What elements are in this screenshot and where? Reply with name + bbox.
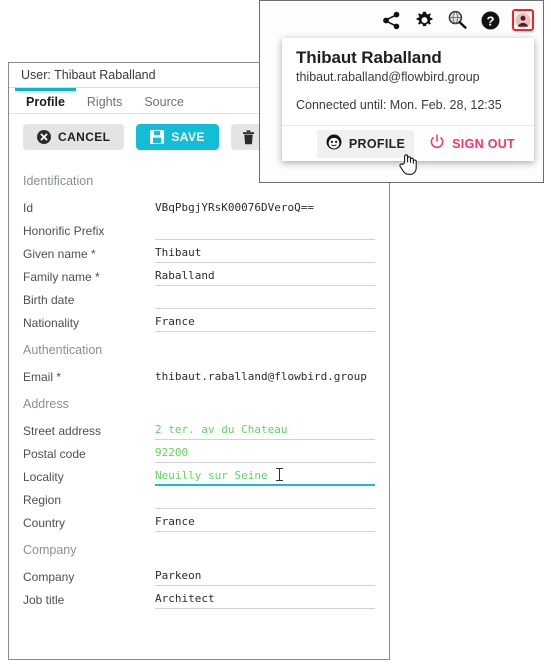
save-button-label: SAVE bbox=[171, 130, 205, 144]
field-value-street-address[interactable]: 2 ter. av du Chateau bbox=[155, 421, 375, 440]
field-row-id: Id VBqPbgjYRsK00076DVeroQ== bbox=[9, 195, 389, 217]
field-value-region[interactable] bbox=[155, 507, 375, 509]
text-cursor-icon bbox=[275, 468, 283, 481]
tab-source-label: Source bbox=[144, 95, 184, 109]
account-menu-card: Thibaut Raballand thibaut.raballand@flow… bbox=[282, 38, 534, 161]
field-row-country: Country France bbox=[9, 510, 389, 532]
save-button[interactable]: SAVE bbox=[136, 124, 219, 150]
field-row-locality: Locality Neuilly sur Seine bbox=[9, 464, 389, 486]
field-row-birth-date: Birth date bbox=[9, 287, 389, 309]
field-value-given-name[interactable]: Thibaut bbox=[155, 244, 375, 263]
field-value-id: VBqPbgjYRsK00076DVeroQ== bbox=[155, 201, 314, 214]
tab-rights[interactable]: Rights bbox=[76, 88, 133, 113]
profile-button-label: PROFILE bbox=[348, 136, 406, 151]
field-label-nationality: Nationality bbox=[23, 316, 80, 330]
field-value-postal-code[interactable]: 92200 bbox=[155, 444, 375, 463]
field-value-company[interactable]: Parkeon bbox=[155, 567, 375, 586]
field-row-nationality: Nationality France bbox=[9, 310, 389, 332]
field-row-region: Region bbox=[9, 487, 389, 509]
face-icon bbox=[326, 134, 342, 153]
section-title-authentication: Authentication bbox=[23, 343, 103, 357]
field-row-given-name: Given name * Thibaut bbox=[9, 241, 389, 263]
profile-button[interactable]: PROFILE bbox=[316, 129, 415, 158]
account-popup-overlay: ? Thibaut Raballand thibaut.raballand@fl… bbox=[259, 0, 544, 183]
field-value-job-title[interactable]: Architect bbox=[155, 590, 375, 609]
tab-source[interactable]: Source bbox=[133, 88, 195, 113]
cancel-button[interactable]: CANCEL bbox=[23, 124, 125, 150]
section-title-address: Address bbox=[23, 397, 69, 411]
field-value-email: thibaut.raballand@flowbird.group bbox=[155, 370, 367, 383]
account-name: Thibaut Raballand bbox=[296, 48, 442, 67]
field-value-birth-date[interactable] bbox=[155, 307, 375, 309]
field-row-email: Email * thibaut.raballand@flowbird.group bbox=[9, 364, 389, 386]
help-icon[interactable]: ? bbox=[479, 9, 501, 31]
cancel-button-label: CANCEL bbox=[58, 130, 111, 144]
section-title-company: Company bbox=[23, 543, 77, 557]
field-row-postal-code: Postal code 92200 bbox=[9, 441, 389, 463]
account-icon[interactable] bbox=[512, 9, 534, 31]
field-label-email: Email * bbox=[23, 370, 62, 384]
field-label-honorific-prefix: Honorific Prefix bbox=[23, 224, 105, 238]
field-label-birth-date: Birth date bbox=[23, 293, 75, 307]
field-row-family-name: Family name * Raballand bbox=[9, 264, 389, 286]
share-icon[interactable] bbox=[380, 9, 402, 31]
cancel-circle-x-icon bbox=[37, 130, 51, 144]
field-row-honorific-prefix: Honorific Prefix bbox=[9, 218, 389, 240]
account-connected-until: Connected until: Mon. Feb. 28, 12:35 bbox=[296, 98, 502, 112]
field-value-family-name[interactable]: Raballand bbox=[155, 267, 375, 286]
trash-icon bbox=[242, 129, 255, 145]
field-label-region: Region bbox=[23, 493, 62, 507]
sign-out-button[interactable]: SIGN OUT bbox=[420, 130, 524, 158]
field-label-job-title: Job title bbox=[23, 593, 65, 607]
field-value-nationality[interactable]: France bbox=[155, 313, 375, 332]
field-label-given-name: Given name * bbox=[23, 247, 96, 261]
account-email: thibaut.raballand@flowbird.group bbox=[296, 70, 480, 84]
field-value-country[interactable]: France bbox=[155, 513, 375, 532]
search-globe-icon[interactable] bbox=[446, 9, 468, 31]
save-disk-icon bbox=[150, 130, 165, 144]
field-label-country: Country bbox=[23, 516, 66, 530]
tab-rights-label: Rights bbox=[86, 95, 123, 109]
page-title: User: Thibaut Raballand bbox=[21, 68, 156, 82]
account-menu-actions: PROFILE SIGN OUT bbox=[282, 125, 534, 161]
field-value-honorific-prefix[interactable] bbox=[155, 238, 375, 240]
field-label-locality: Locality bbox=[23, 470, 64, 484]
field-label-family-name: Family name * bbox=[23, 270, 100, 284]
field-row-street-address: Street address 2 ter. av du Chateau bbox=[9, 418, 389, 440]
field-label-company: Company bbox=[23, 570, 75, 584]
sign-out-button-label: SIGN OUT bbox=[452, 136, 515, 151]
svg-text:?: ? bbox=[486, 13, 494, 28]
field-value-locality[interactable]: Neuilly sur Seine bbox=[155, 467, 375, 486]
account-info: Thibaut Raballand thibaut.raballand@flow… bbox=[282, 38, 534, 125]
field-label-street-address: Street address bbox=[23, 424, 102, 438]
field-row-job-title: Job title Architect bbox=[9, 587, 389, 609]
field-text-locality: Neuilly sur Seine bbox=[155, 469, 268, 482]
power-icon bbox=[429, 134, 445, 153]
tab-profile-label: Profile bbox=[26, 95, 65, 109]
field-row-company: Company Parkeon bbox=[9, 564, 389, 586]
gear-icon[interactable] bbox=[413, 9, 435, 31]
field-label-postal-code: Postal code bbox=[23, 447, 86, 461]
field-label-id: Id bbox=[23, 201, 34, 215]
app-toolbar: ? bbox=[260, 1, 543, 39]
profile-form: Identification Id VBqPbgjYRsK00076DVeroQ… bbox=[9, 156, 389, 609]
tab-profile[interactable]: Profile bbox=[15, 88, 76, 113]
